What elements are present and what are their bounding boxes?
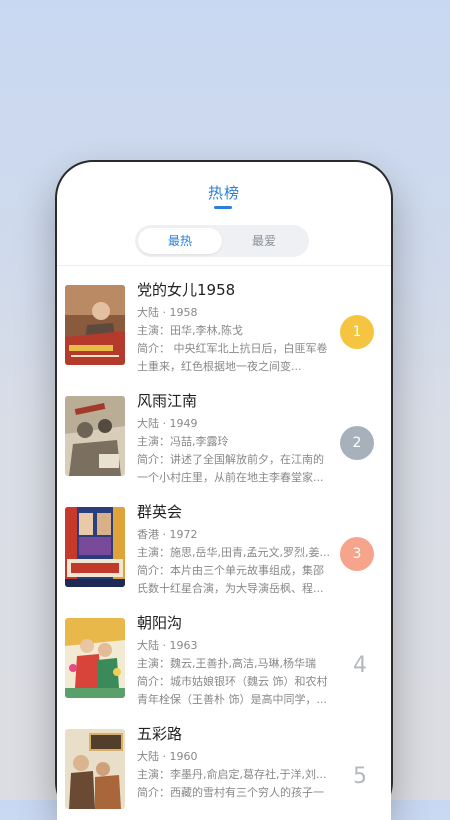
rank-number: 4	[353, 653, 367, 678]
movie-title: 风雨江南	[137, 392, 198, 410]
movie-desc: 简介：西藏的雪村有三个穷人的孩子一	[137, 786, 324, 799]
movie-item[interactable]: 风雨江南 大陆 · 1949 主演：冯喆,李露玲 简介：讲述了全国解放前夕，在江…	[57, 385, 391, 496]
page-title: 热榜	[207, 184, 240, 202]
movie-item[interactable]: 党的女儿1958 大陆 · 1958 主演：田华,李林,陈戈 简介： 中央红军北…	[57, 274, 391, 385]
rank-badge: 1	[340, 315, 374, 349]
rank-number: 5	[353, 764, 367, 789]
phone-frame: 热榜 最热 最爱 党的女儿1958 大陆 · 1958 主演：田华,李林,陈戈 …	[55, 160, 393, 820]
movie-region-year: 大陆 · 1960	[137, 750, 198, 763]
movie-title: 五彩路	[137, 725, 183, 743]
movie-title: 群英会	[137, 503, 183, 521]
movie-desc: 简介：本片由三个单元故事组成，集邵氏数十红星合演，为大导演岳枫、程...	[137, 564, 324, 595]
movie-title: 党的女儿1958	[137, 281, 236, 299]
movie-item[interactable]: 朝阳沟 大陆 · 1963 主演：魏云,王善扑,高洁,马琳,杨华瑞 简介：城市姑…	[57, 607, 391, 718]
tab-hottest[interactable]: 最热	[138, 228, 222, 254]
movie-cast: 主演：冯喆,李露玲	[137, 435, 229, 448]
movie-poster	[65, 507, 125, 587]
movie-poster	[65, 618, 125, 698]
movie-item[interactable]: 五彩路 大陆 · 1960 主演：李墨丹,俞启定,葛存社,于洋,刘... 简介：…	[57, 718, 391, 820]
movie-desc: 简介： 中央红军北上抗日后，白匪军卷土重来，红色根据地一夜之间变...	[137, 342, 328, 373]
movie-desc: 简介：讲述了全国解放前夕，在江南的一个小村庄里，从前在地主李春堂家...	[137, 453, 324, 484]
movie-list: 党的女儿1958 大陆 · 1958 主演：田华,李林,陈戈 简介： 中央红军北…	[57, 274, 391, 820]
rank-badge: 2	[340, 426, 374, 460]
movie-poster	[65, 729, 125, 809]
rank-badge: 3	[340, 537, 374, 571]
movie-cast: 主演：田华,李林,陈戈	[137, 324, 243, 337]
movie-region-year: 大陆 · 1958	[137, 306, 198, 319]
movie-poster	[65, 396, 125, 476]
header-divider	[57, 265, 391, 266]
movie-cast: 主演：李墨丹,俞启定,葛存社,于洋,刘...	[137, 768, 327, 781]
movie-poster	[65, 285, 125, 365]
movie-region-year: 大陆 · 1949	[137, 417, 198, 430]
movie-region-year: 香港 · 1972	[137, 528, 198, 541]
title-underline	[214, 206, 232, 209]
movie-cast: 主演：魏云,王善扑,高洁,马琳,杨华瑞	[137, 657, 316, 670]
movie-item[interactable]: 群英会 香港 · 1972 主演：施思,岳华,田青,孟元文,罗烈,姜... 简介…	[57, 496, 391, 607]
movie-title: 朝阳沟	[137, 614, 183, 632]
movie-region-year: 大陆 · 1963	[137, 639, 198, 652]
tab-switcher: 最热 最爱	[135, 225, 309, 257]
movie-cast: 主演：施思,岳华,田青,孟元文,罗烈,姜...	[137, 546, 330, 559]
movie-desc: 简介：城市姑娘银环（魏云 饰）和农村青年栓保（王善朴 饰）是高中同学，...	[137, 675, 328, 706]
tab-favorite[interactable]: 最爱	[222, 228, 306, 254]
app-screen: 热榜 最热 最爱 党的女儿1958 大陆 · 1958 主演：田华,李林,陈戈 …	[57, 162, 391, 820]
